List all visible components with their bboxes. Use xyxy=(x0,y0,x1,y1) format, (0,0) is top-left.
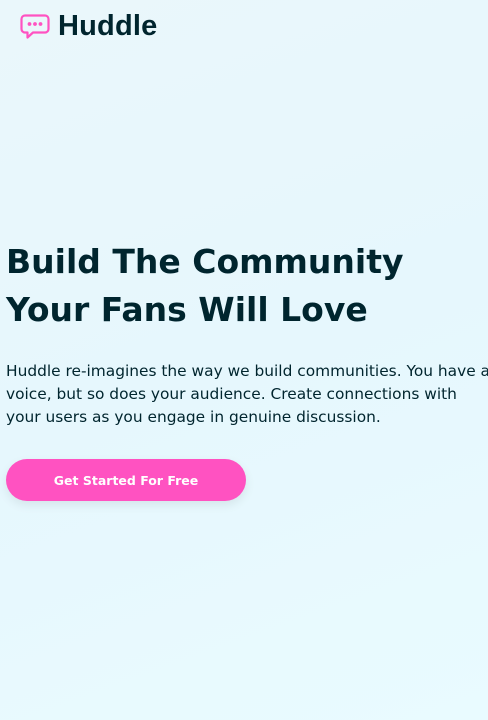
hero-section: Build The Community Your Fans Will Love … xyxy=(6,238,488,501)
hero-title-line-2: Your Fans Will Love xyxy=(6,290,368,329)
logo-text: Huddle xyxy=(58,10,158,42)
get-started-button[interactable]: Get Started For Free xyxy=(6,459,246,501)
hero-title: Build The Community Your Fans Will Love xyxy=(6,238,426,334)
site-header: Huddle xyxy=(20,10,157,43)
chat-bubble-icon xyxy=(20,13,50,39)
hero-title-line-1: Build The Community xyxy=(6,242,404,281)
hero-description: Huddle re-imagines the way we build comm… xyxy=(6,362,488,426)
